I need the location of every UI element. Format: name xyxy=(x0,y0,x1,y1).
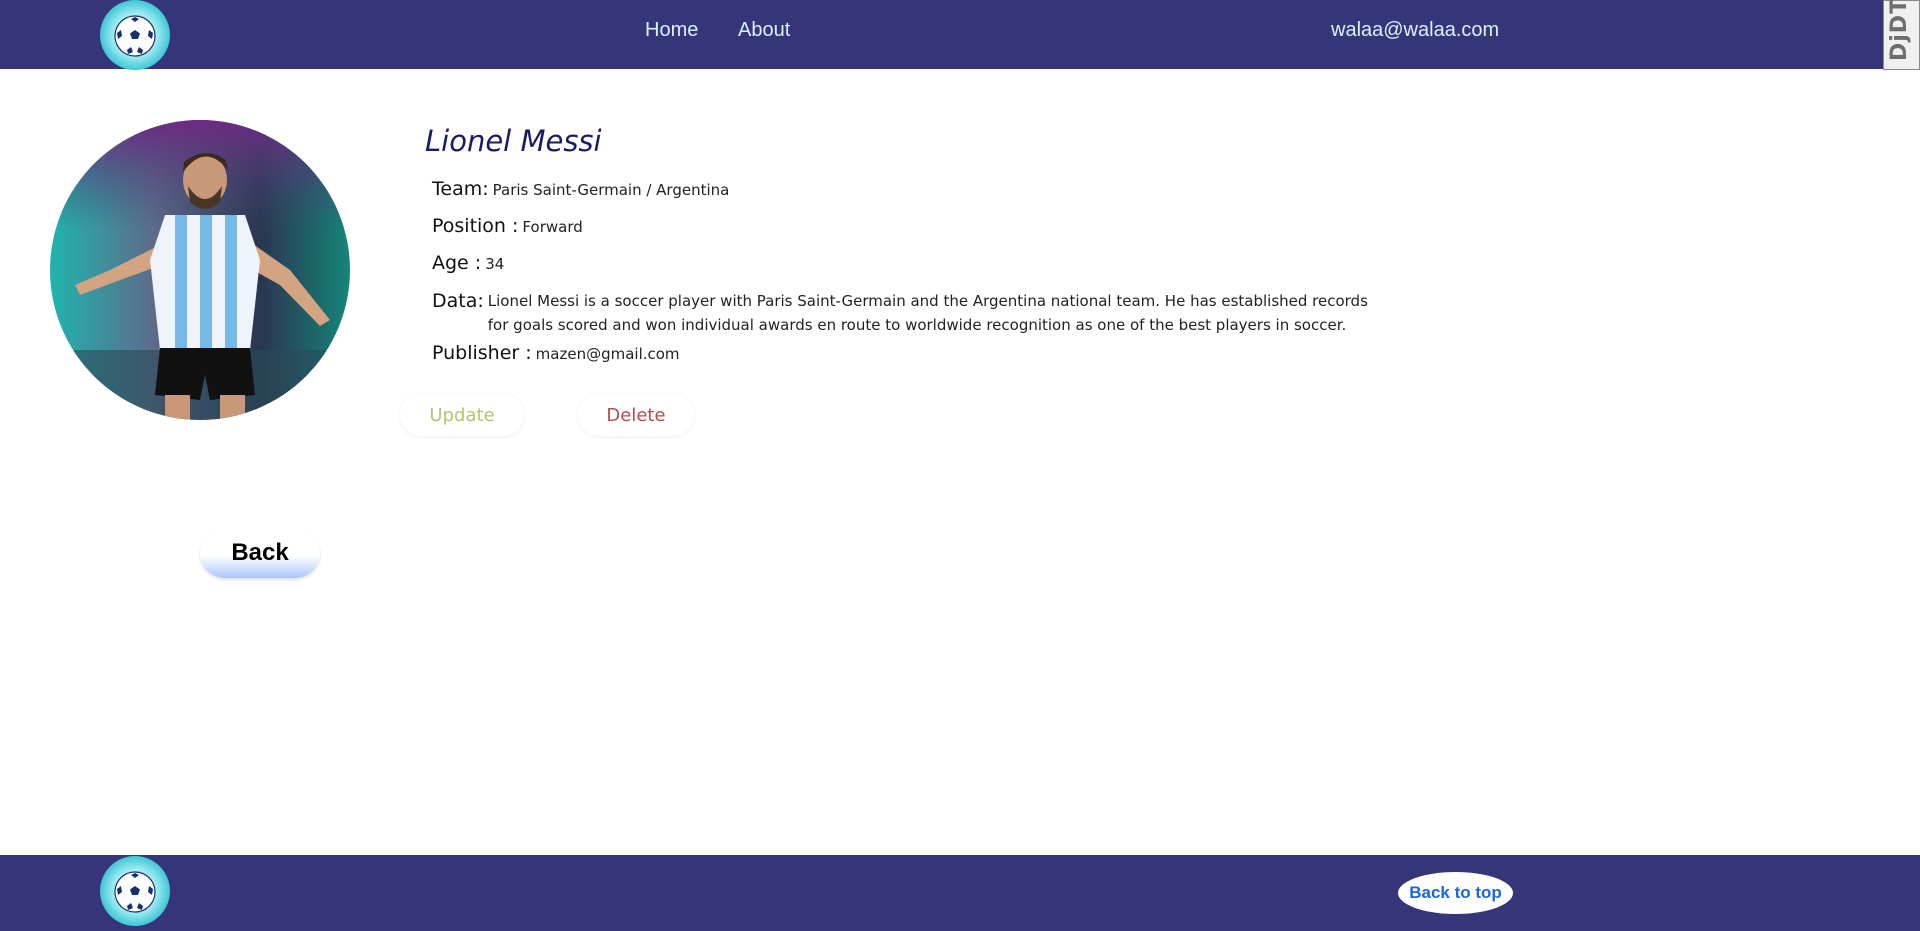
player-photo xyxy=(50,120,350,420)
soccer-ball-icon[interactable] xyxy=(100,0,170,70)
data-row: Data: Lionel Messi is a soccer player wit… xyxy=(432,289,1392,337)
publisher-label: Publisher : xyxy=(432,342,532,364)
age-row: Age :34 xyxy=(432,252,504,274)
team-value: Paris Saint-Germain / Argentina xyxy=(492,181,730,199)
soccer-ball-icon[interactable] xyxy=(100,856,170,926)
delete-button[interactable]: Delete xyxy=(578,394,694,436)
player-name: Lionel Messi xyxy=(425,124,602,158)
publisher-value: mazen@gmail.com xyxy=(535,345,680,363)
data-value: Lionel Messi is a soccer player with Par… xyxy=(487,292,1368,334)
age-value: 34 xyxy=(485,255,505,273)
user-email-link[interactable]: walaa@walaa.com xyxy=(1331,19,1499,42)
position-value: Forward xyxy=(522,218,583,236)
nav-about-link[interactable]: About xyxy=(738,19,790,42)
back-to-top-button[interactable]: Back to top xyxy=(1398,872,1513,914)
team-label: Team: xyxy=(432,178,489,200)
debug-toolbar-handle[interactable]: DjDT xyxy=(1883,0,1920,70)
publisher-row: Publisher : mazen@gmail.com xyxy=(432,342,680,364)
back-button[interactable]: Back xyxy=(200,528,320,578)
debug-toolbar-label: DjDT xyxy=(1887,0,1912,61)
age-label: Age : xyxy=(432,252,482,274)
position-row: Position : Forward xyxy=(432,215,583,237)
nav-home-link[interactable]: Home xyxy=(645,19,698,42)
data-label: Data: xyxy=(432,290,484,312)
team-row: Team: Paris Saint-Germain / Argentina xyxy=(432,178,729,200)
footer: Back to top xyxy=(0,855,1920,931)
position-label: Position : xyxy=(432,215,519,237)
navbar: Home About walaa@walaa.com DjDT xyxy=(0,0,1920,70)
update-button[interactable]: Update xyxy=(400,394,524,436)
